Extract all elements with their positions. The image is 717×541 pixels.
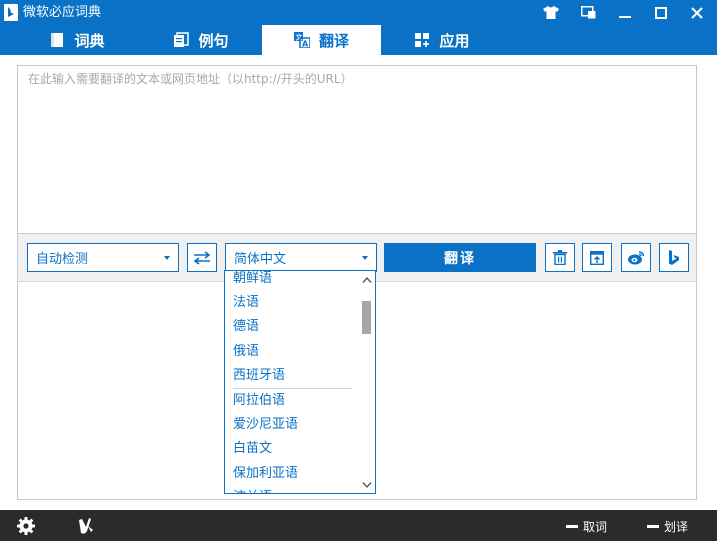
book-icon	[51, 33, 64, 47]
source-language-select[interactable]: 自动检测	[27, 243, 179, 272]
feedback-icon[interactable]	[76, 516, 96, 536]
tab-label: 翻译	[318, 31, 349, 50]
target-language-dropdown-list: 朝鲜语 法语 德语 俄语 西班牙语 阿拉伯语 爱沙尼亚语 白苗文 保加利亚语 波…	[224, 270, 376, 494]
translate-button-label: 翻译	[444, 250, 476, 267]
language-option[interactable]: 西班牙语	[225, 364, 360, 388]
tab-examples[interactable]: 例句	[146, 25, 256, 55]
bing-dictionary-logo-icon	[4, 4, 18, 21]
tab-bar: 词典 例句 文 A 翻译 应用	[0, 25, 717, 55]
language-option[interactable]: 波兰语	[225, 486, 360, 493]
gear-icon[interactable]	[16, 516, 36, 536]
selection-translate-label: 划译	[664, 520, 689, 534]
apps-icon	[415, 33, 430, 47]
minimize-button[interactable]	[606, 0, 644, 25]
word-capture-label: 取词	[583, 520, 608, 534]
maximize-icon	[655, 6, 667, 19]
tab-label: 词典	[74, 31, 105, 50]
tshirt-icon	[543, 6, 559, 19]
source-text-input[interactable]	[18, 66, 696, 233]
language-option[interactable]: 白苗文	[225, 437, 360, 461]
language-option[interactable]: 德语	[225, 315, 360, 339]
language-option[interactable]: 法语	[225, 291, 360, 315]
selection-translate-toggle[interactable]: 划译	[647, 518, 688, 535]
bing-button[interactable]	[659, 243, 689, 272]
mini-window-button[interactable]	[569, 0, 607, 25]
skin-button[interactable]	[532, 0, 570, 25]
swap-languages-button[interactable]	[187, 243, 217, 272]
minimize-icon	[619, 15, 631, 18]
target-language-value: 简体中文	[234, 252, 287, 267]
window-title: 微软必应词典	[23, 5, 102, 20]
target-language-select[interactable]: 简体中文	[225, 243, 377, 272]
toggle-off-icon	[647, 525, 659, 528]
bing-icon	[669, 249, 679, 265]
miniwindow-icon	[580, 6, 595, 19]
title-bar: 微软必应词典	[0, 0, 717, 25]
language-option[interactable]: 爱沙尼亚语	[225, 413, 360, 437]
weibo-share-button[interactable]	[621, 243, 651, 272]
dropdown-scrollbar[interactable]	[359, 271, 375, 493]
swap-icon	[193, 250, 211, 265]
chevron-down-icon	[164, 256, 170, 260]
source-text-area	[17, 65, 697, 234]
language-option[interactable]: 朝鲜语	[225, 271, 360, 291]
pages-icon	[174, 32, 190, 47]
status-bar: 取词 划译	[0, 510, 717, 541]
scrollbar-thumb[interactable]	[362, 301, 371, 334]
scroll-down-icon[interactable]	[362, 481, 372, 489]
weibo-icon	[628, 251, 645, 265]
tab-apps[interactable]: 应用	[387, 25, 497, 55]
close-button[interactable]	[678, 0, 716, 25]
tab-dictionary[interactable]: 词典	[22, 25, 132, 55]
source-language-value: 自动检测	[36, 252, 89, 267]
toggle-off-icon	[566, 525, 578, 528]
word-capture-toggle[interactable]: 取词	[566, 518, 607, 535]
scroll-up-icon[interactable]	[362, 276, 372, 284]
language-option[interactable]: 保加利亚语	[225, 462, 360, 486]
language-option[interactable]: 阿拉伯语	[225, 389, 360, 413]
export-button[interactable]	[582, 243, 612, 272]
language-option[interactable]: 俄语	[225, 340, 360, 364]
tab-translate[interactable]: 文 A 翻译	[262, 25, 381, 55]
export-icon	[590, 250, 604, 265]
clear-button[interactable]	[545, 243, 575, 272]
close-icon	[691, 6, 703, 19]
translate-button[interactable]: 翻译	[384, 243, 536, 272]
svg-text:A: A	[302, 40, 309, 49]
trash-icon	[553, 250, 567, 265]
chevron-down-icon	[362, 256, 368, 260]
tab-label: 例句	[198, 31, 229, 50]
maximize-button[interactable]	[642, 0, 680, 25]
tab-label: 应用	[439, 31, 470, 50]
language-options: 朝鲜语 法语 德语 俄语 西班牙语 阿拉伯语 爱沙尼亚语 白苗文 保加利亚语 波…	[225, 271, 360, 493]
translate-icon: 文 A	[293, 32, 310, 49]
